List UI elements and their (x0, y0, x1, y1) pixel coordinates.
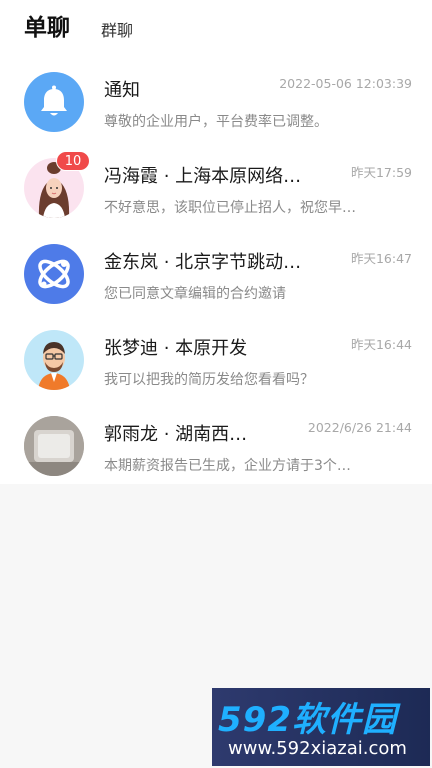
tab-single-chat[interactable]: 单聊 (24, 8, 70, 42)
bell-icon (24, 72, 84, 132)
bytedance-logo-icon (24, 244, 84, 304)
conversation-preview: 尊敬的企业用户，平台费率已调整。 (104, 114, 328, 130)
conversation-time: 昨天16:47 (350, 251, 412, 266)
conversation-item[interactable]: 郭雨龙 · 湖南西… 2022/6/26 21:44 本期薪资报告已生成，企业方… (0, 402, 432, 488)
site-watermark: 592软件园 www.592xiazai.com (212, 688, 430, 766)
conversation-name: 张梦迪 · 本原开发 (104, 338, 248, 359)
conversation-item-notice[interactable]: 通知 2022-05-06 12:03:39 尊敬的企业用户，平台费率已调整。 (0, 58, 432, 144)
conversation-time: 昨天16:44 (350, 337, 412, 352)
conversation-preview: 您已同意文章编辑的合约邀请 (104, 286, 286, 302)
conversation-item[interactable]: 10 冯海霞 · 上海本原网络… 昨天17:59 不好意思，该职位已停止招人，祝… (0, 144, 432, 230)
tab-group-chat[interactable]: 群聊 (101, 17, 133, 41)
conversation-item[interactable]: 金东岚 · 北京字节跳动… 昨天16:47 您已同意文章编辑的合约邀请 (0, 230, 432, 316)
conversation-name: 郭雨龙 · 湖南西… (104, 424, 248, 445)
conversation-time: 昨天17:59 (350, 165, 412, 180)
conversation-name: 金东岚 · 北京字节跳动… (104, 252, 302, 273)
conversation-time: 2022/6/26 21:44 (307, 420, 412, 435)
conversation-name: 通知 (104, 80, 140, 101)
unread-badge: 10 (56, 151, 90, 171)
photo-avatar (24, 416, 84, 476)
conversation-item[interactable]: 张梦迪 · 本原开发 昨天16:44 我可以把我的简历发给您看看吗？ (0, 316, 432, 402)
man-avatar (24, 330, 84, 390)
conversation-time: 2022-05-06 12:03:39 (279, 76, 412, 91)
chat-list-panel: 单聊 群聊 通知 2022-05-06 12:03:39 尊敬的企业用户，平台费… (0, 0, 432, 484)
conversation-preview: 本期薪资报告已生成，企业方请于3个… (104, 458, 351, 474)
conversation-preview: 不好意思，该职位已停止招人，祝您早… (104, 200, 356, 216)
conversation-name: 冯海霞 · 上海本原网络… (104, 166, 302, 187)
watermark-url: www.592xiazai.com (228, 738, 407, 759)
conversation-preview: 我可以把我的简历发给您看看吗？ (104, 372, 314, 388)
watermark-logo: 592软件园 (218, 700, 397, 740)
chat-tabs: 单聊 群聊 (0, 0, 432, 60)
